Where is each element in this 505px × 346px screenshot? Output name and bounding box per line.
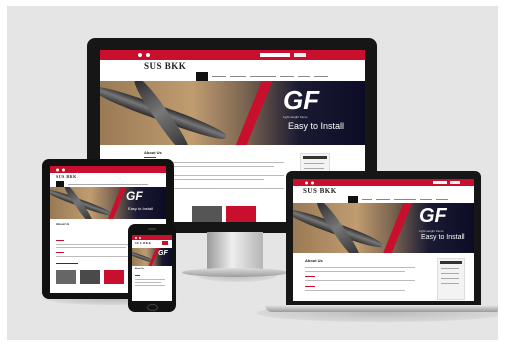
site-logo[interactable]: SUS BKK [144, 61, 186, 71]
nav-item[interactable] [420, 199, 432, 200]
hero-stripe [227, 81, 279, 145]
section-title: About Us [305, 258, 323, 263]
search-button[interactable] [450, 181, 460, 184]
site-topbar [50, 166, 166, 173]
nav-item[interactable] [436, 199, 448, 200]
hero-subline: Light weight frame [419, 229, 444, 233]
text-line [305, 267, 415, 268]
hero-tagline: Easy to Install [128, 206, 153, 211]
divider [144, 157, 156, 158]
search-input[interactable] [433, 181, 447, 184]
text-line [56, 256, 136, 257]
site-logo[interactable]: SUS BKK [56, 174, 77, 179]
dot-icon[interactable] [62, 168, 65, 171]
product-thumb[interactable] [56, 270, 76, 284]
text-line [56, 247, 126, 248]
nav-item[interactable] [250, 76, 276, 77]
product-thumb[interactable] [104, 270, 124, 284]
phone-speaker [148, 228, 156, 230]
sidebar-box [437, 258, 465, 300]
text-line [135, 285, 165, 286]
gf-badge: GF [283, 85, 320, 115]
laptop-screen: SUS BKK GF Light weight frame Easy to In… [293, 179, 474, 301]
section-title: About Us [144, 150, 162, 155]
nav-item[interactable] [212, 76, 226, 77]
site-topbar [132, 235, 172, 240]
text-line [135, 282, 161, 283]
sidebar-item[interactable] [304, 163, 324, 164]
hero-tagline: Easy to Install [288, 121, 345, 131]
phone-screen: SUS BKK GF About Us [132, 235, 172, 301]
nav-home[interactable] [196, 72, 208, 81]
dot-icon[interactable] [305, 181, 308, 184]
dot-icon[interactable] [311, 181, 314, 184]
section-title: About Us [56, 222, 70, 226]
gf-badge: GF [126, 189, 143, 203]
laptop-base [265, 305, 498, 312]
sidebar-item[interactable] [441, 273, 459, 274]
heading-line [56, 263, 78, 264]
dot-icon[interactable] [138, 53, 142, 57]
product-thumb[interactable] [80, 270, 100, 284]
text-line [56, 244, 136, 245]
gf-badge: GF [158, 250, 168, 257]
nav-item[interactable] [376, 199, 390, 200]
hero-banner: GF [132, 248, 172, 266]
product-thumb[interactable] [192, 206, 222, 222]
hero-stripe [377, 203, 417, 253]
dot-icon[interactable] [139, 236, 141, 239]
dot-icon[interactable] [135, 236, 137, 239]
nav-item[interactable] [280, 76, 294, 77]
site-topbar [293, 179, 474, 186]
nav-item[interactable] [362, 199, 372, 200]
site-topbar [100, 50, 365, 60]
sidebar-item[interactable] [441, 278, 459, 279]
stage: SUS BKK GF Light weight frame Easy to In… [7, 6, 498, 340]
dot-icon[interactable] [56, 168, 59, 171]
hero-banner: GF Light weight frame Easy to Install [100, 81, 365, 145]
divider [305, 276, 315, 277]
nav-item[interactable] [68, 184, 148, 185]
site-logo[interactable]: SUS BKK [135, 241, 151, 245]
monitor-stand [207, 232, 263, 272]
menu-button[interactable] [162, 241, 168, 245]
dot-icon[interactable] [146, 53, 150, 57]
site-logo[interactable]: SUS BKK [303, 187, 337, 195]
monitor-base [182, 268, 288, 277]
section-title: About Us [135, 268, 144, 270]
hero-banner: GF Light weight frame Easy to Install [293, 203, 474, 253]
search-button[interactable] [294, 53, 306, 57]
divider [305, 286, 315, 287]
text-line [135, 279, 165, 280]
text-line [305, 280, 415, 281]
nav-home[interactable] [348, 196, 358, 203]
sidebar-item[interactable] [441, 268, 459, 269]
phone-home-button[interactable] [147, 304, 158, 311]
product-thumb[interactable] [226, 206, 256, 222]
nav-item[interactable] [394, 199, 416, 200]
gf-badge: GF [419, 205, 447, 227]
nav-item[interactable] [230, 76, 246, 77]
nav-item[interactable] [314, 76, 328, 77]
sidebar-header [303, 156, 327, 159]
hero-tagline: Easy to Install [421, 234, 465, 241]
sidebar-item[interactable] [441, 283, 459, 284]
divider [135, 275, 140, 276]
hero-banner: GF Easy to Install [50, 187, 166, 219]
search-input[interactable] [260, 53, 290, 57]
sidebar-header [440, 261, 462, 264]
text-line [305, 290, 405, 291]
divider [56, 252, 64, 253]
text-line [305, 271, 405, 272]
hero-subline: Light weight frame [283, 115, 308, 119]
sidebar-item[interactable] [304, 168, 324, 169]
nav-item[interactable] [298, 76, 310, 77]
divider [56, 240, 64, 241]
